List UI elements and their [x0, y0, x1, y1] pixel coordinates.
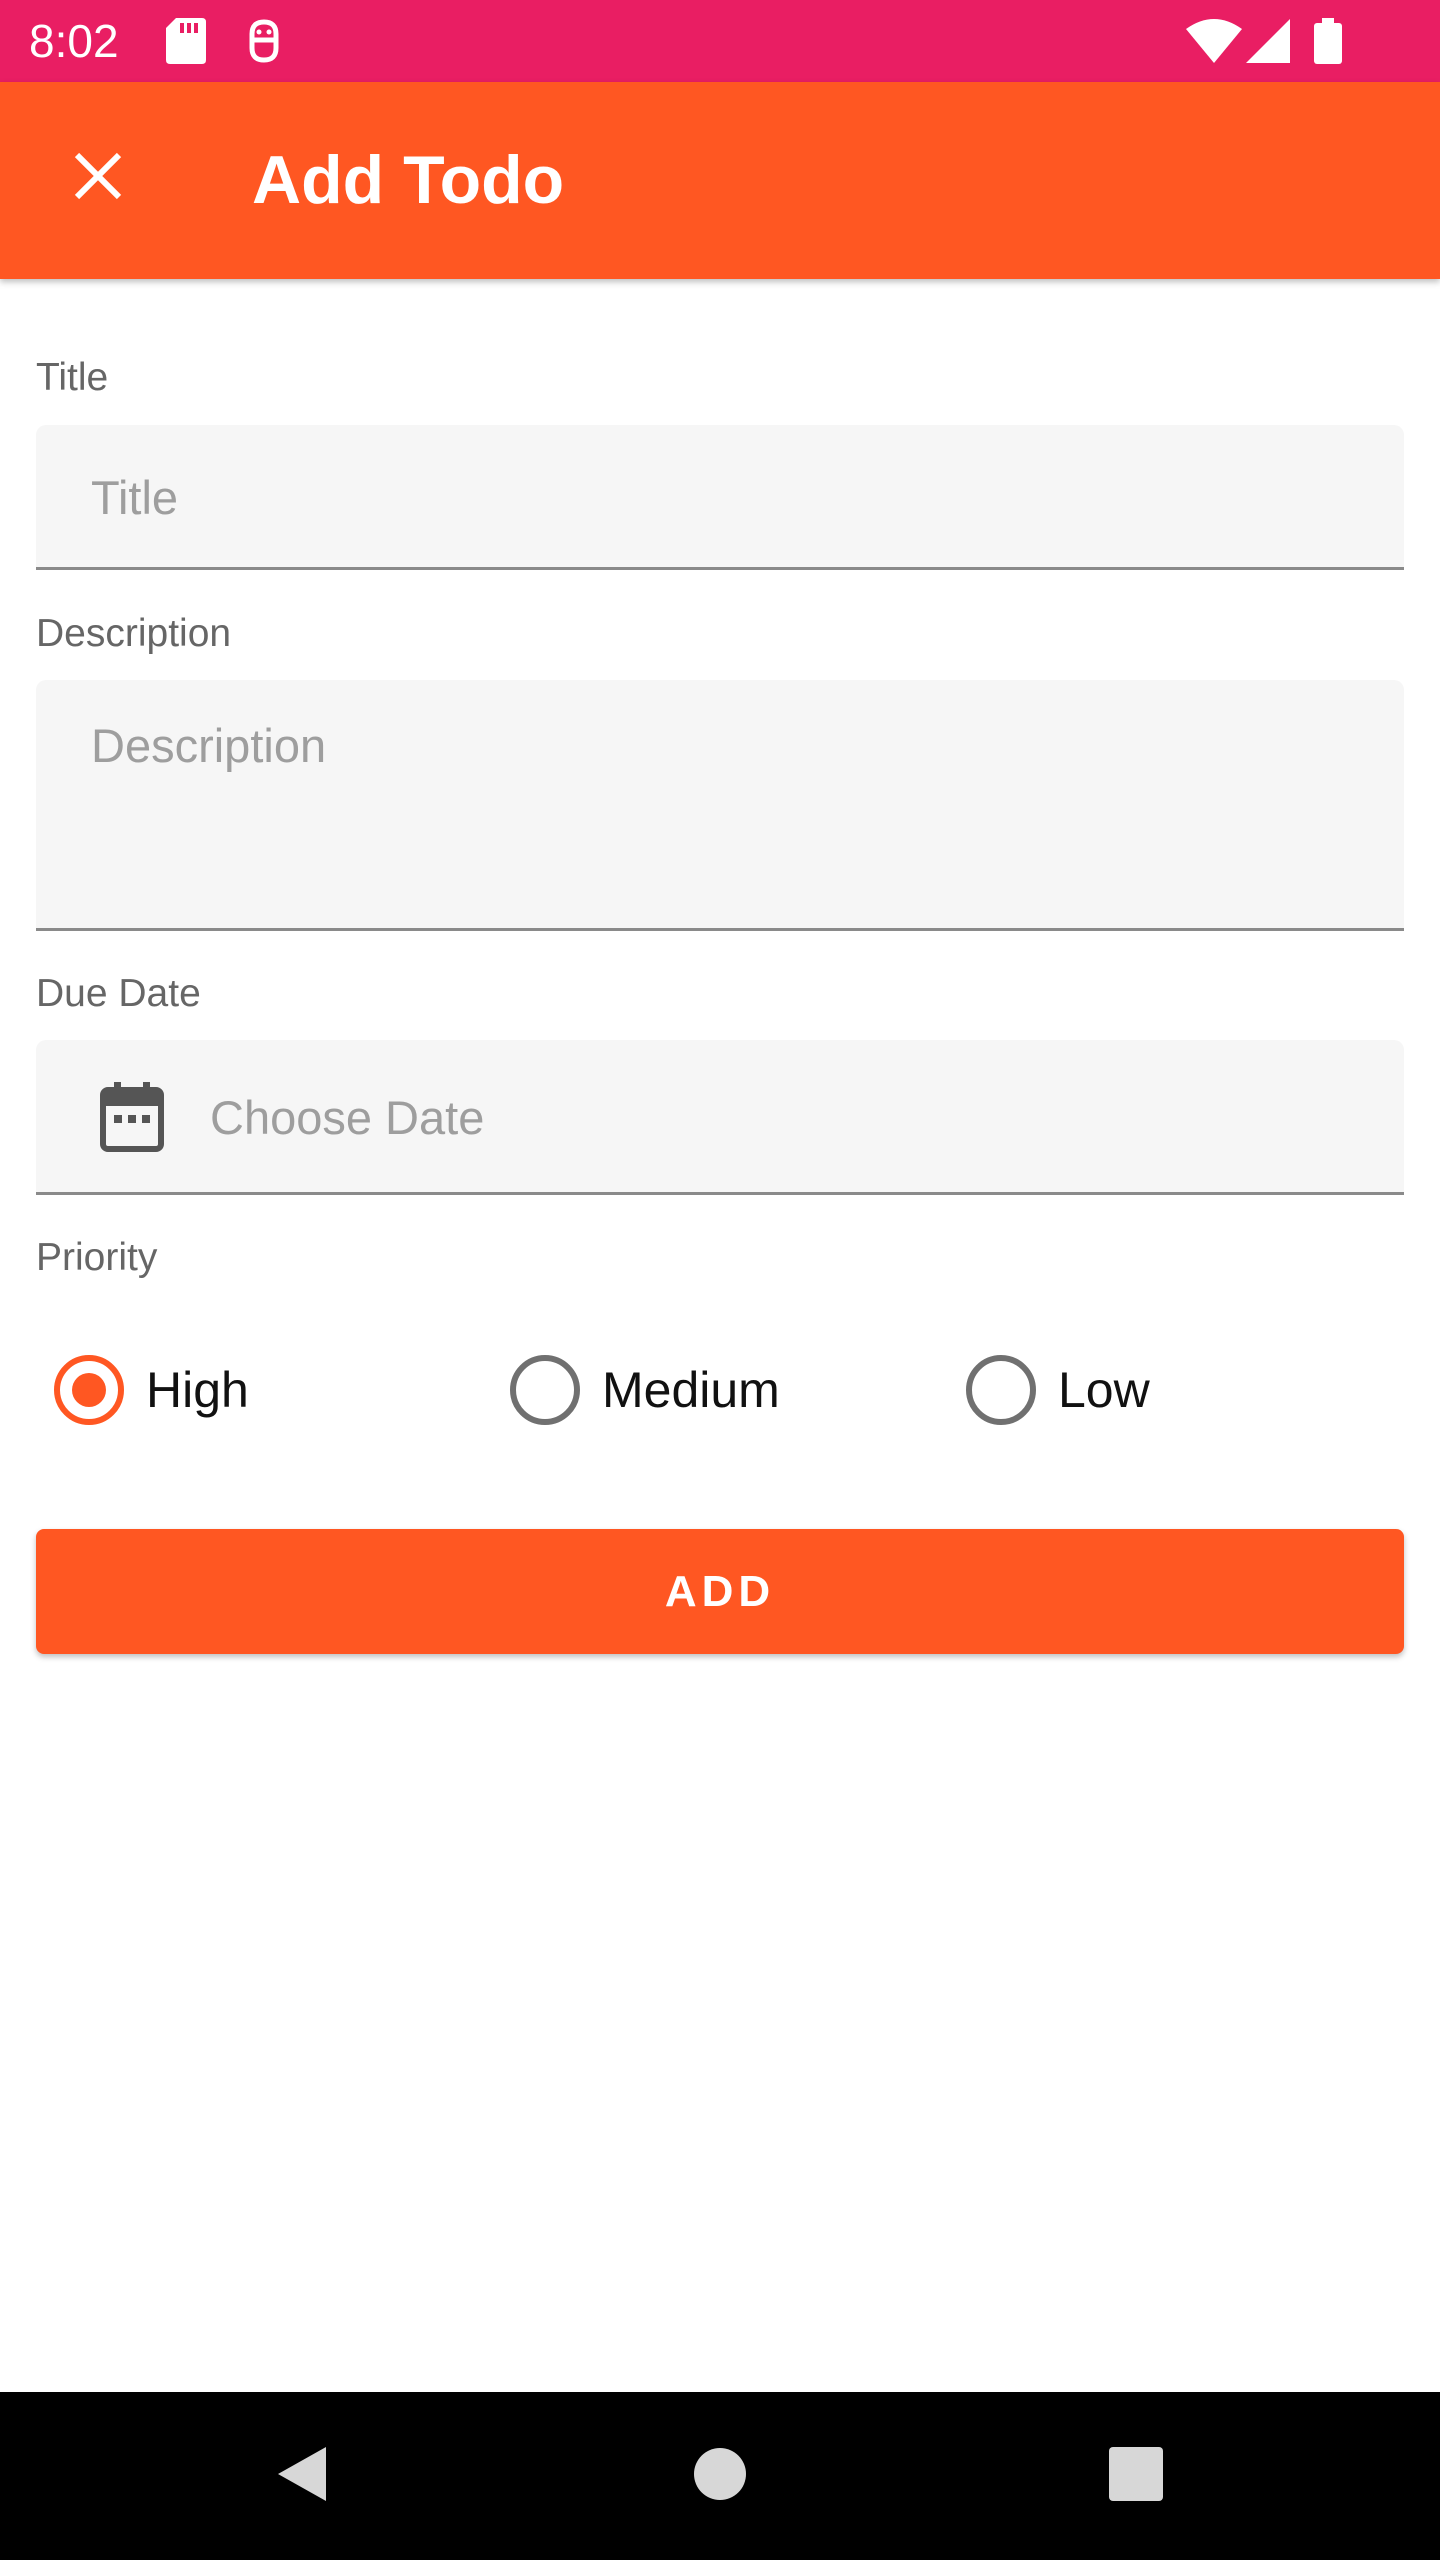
due-date-placeholder: Choose Date [210, 1091, 485, 1144]
description-field[interactable]: Description [36, 680, 1404, 931]
priority-low-radio[interactable]: Low [966, 1338, 1150, 1442]
priority-medium-radio[interactable]: Medium [510, 1338, 780, 1442]
title-placeholder: Title [91, 471, 179, 524]
home-button[interactable] [636, 2392, 804, 2560]
app-bar: Add Todo [0, 82, 1440, 279]
priority-medium-label: Medium [602, 1362, 780, 1418]
description-label: Description [36, 612, 232, 655]
android-debug-icon [244, 0, 284, 82]
add-button[interactable]: ADD [36, 1529, 1404, 1654]
back-icon [274, 2443, 330, 2510]
recents-icon [1109, 2446, 1163, 2506]
radio-checked-icon [54, 1355, 124, 1425]
radio-unchecked-icon [966, 1355, 1036, 1425]
back-button[interactable] [218, 2392, 386, 2560]
recents-button[interactable] [1052, 2392, 1220, 2560]
description-placeholder: Description [91, 719, 327, 772]
close-icon [73, 151, 123, 206]
battery-icon [1314, 0, 1342, 82]
status-bar: 8:02 [0, 0, 1440, 82]
system-nav-bar [0, 2392, 1440, 2560]
title-label: Title [36, 356, 109, 399]
close-button[interactable] [50, 130, 146, 226]
priority-radio-group: High Medium Low [36, 1338, 1404, 1442]
priority-label: Priority [36, 1236, 158, 1279]
calendar-icon [100, 1082, 164, 1157]
priority-high-label: High [146, 1362, 249, 1418]
sd-card-icon [166, 0, 206, 82]
status-time: 8:02 [29, 15, 119, 67]
radio-unchecked-icon [510, 1355, 580, 1425]
page-title: Add Todo [252, 142, 565, 218]
title-field[interactable]: Title [36, 425, 1404, 570]
priority-low-label: Low [1058, 1362, 1150, 1418]
home-icon [693, 2447, 747, 2506]
priority-high-radio[interactable]: High [54, 1338, 249, 1442]
due-date-field[interactable]: Choose Date [36, 1040, 1404, 1195]
wifi-icon [1186, 0, 1242, 82]
signal-icon [1246, 0, 1290, 82]
due-date-label: Due Date [36, 972, 201, 1015]
